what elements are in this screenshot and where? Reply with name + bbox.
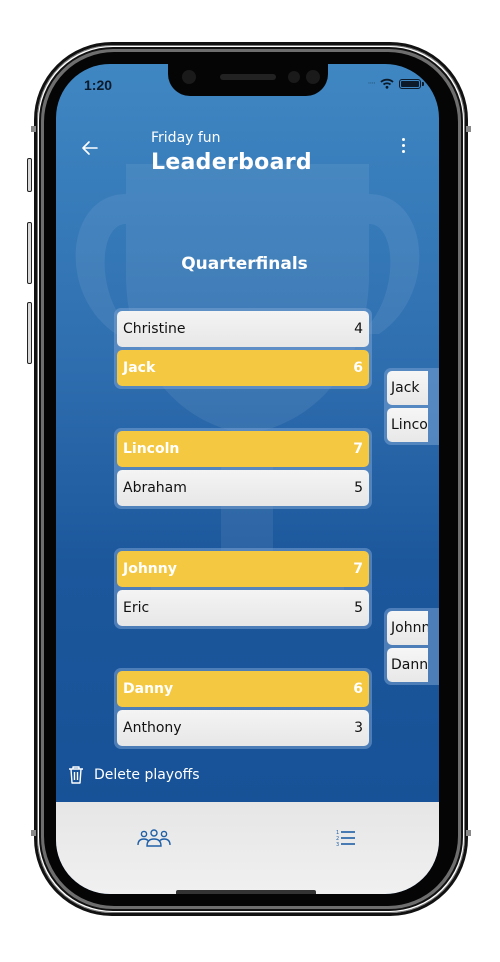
status-time: 1:20 xyxy=(84,77,113,93)
player-score: 5 xyxy=(354,480,363,496)
player-score: 5 xyxy=(354,600,363,616)
player-name: Danny xyxy=(123,681,174,697)
sensor-icon xyxy=(306,70,320,84)
notch xyxy=(168,64,328,96)
more-vertical-icon xyxy=(401,138,405,141)
more-vertical-icon-dot xyxy=(401,144,405,147)
wifi-icon xyxy=(380,78,394,89)
player-name: Jack xyxy=(123,360,156,376)
round-title: Quarterfinals xyxy=(181,254,308,274)
status-icons: ···· xyxy=(367,78,424,89)
player-slot-winner[interactable]: Jack 6 xyxy=(117,350,369,386)
mute-switch xyxy=(27,158,32,192)
player-slot[interactable]: Anthony 3 xyxy=(117,710,369,746)
player-name: Eric xyxy=(123,600,150,616)
player-name: Anthony xyxy=(123,720,182,736)
player-name: Johnny xyxy=(123,561,177,577)
semifinal-player-slot[interactable]: Jack xyxy=(387,371,428,405)
antenna-line xyxy=(31,830,36,836)
player-name: Lincoln xyxy=(123,441,180,457)
player-slot[interactable]: Christine 4 xyxy=(117,311,369,347)
player-slot[interactable]: Abraham 5 xyxy=(117,470,369,506)
group-icon xyxy=(137,829,171,847)
numbered-list-icon: 123 xyxy=(336,830,355,847)
svg-text:3: 3 xyxy=(336,842,339,847)
home-indicator xyxy=(176,890,316,894)
match-card: Christine 4 Jack 6 xyxy=(114,308,372,389)
app-screen: 1:20 ···· Friday fun Leaderboard Quarter… xyxy=(56,64,439,894)
delete-playoffs-label: Delete playoffs xyxy=(94,767,200,783)
trash-icon xyxy=(69,766,83,784)
volume-down-button xyxy=(27,302,32,364)
player-slot-winner[interactable]: Lincoln 7 xyxy=(117,431,369,467)
player-slot-winner[interactable]: Johnny 7 xyxy=(117,551,369,587)
page-title: Leaderboard xyxy=(151,150,312,175)
match-card: Johnny 7 Eric 5 xyxy=(114,548,372,629)
camera-icon xyxy=(288,71,300,83)
nav-standings-tab[interactable]: 123 xyxy=(326,824,366,852)
player-score: 7 xyxy=(353,561,363,577)
nav-teams-tab[interactable] xyxy=(134,824,174,852)
antenna-line xyxy=(31,126,36,132)
speaker-grille xyxy=(220,74,276,80)
arrow-left-icon xyxy=(82,141,98,155)
more-vertical-icon-dot xyxy=(401,150,405,153)
player-score: 4 xyxy=(354,321,363,337)
antenna-line xyxy=(466,830,471,836)
delete-playoffs-button[interactable]: Delete playoffs xyxy=(68,766,200,784)
bottom-navigation: 123 xyxy=(56,802,439,894)
player-score: 3 xyxy=(354,720,363,736)
header-subtitle: Friday fun xyxy=(151,130,221,146)
player-slot-winner[interactable]: Danny 6 xyxy=(117,671,369,707)
player-score: 6 xyxy=(353,360,363,376)
player-score: 6 xyxy=(353,681,363,697)
semifinal-player-slot[interactable]: Danny xyxy=(387,648,428,682)
semifinal-player-slot[interactable]: Johnny xyxy=(387,611,428,645)
signal-dots-icon: ···· xyxy=(367,78,377,89)
player-score: 7 xyxy=(353,441,363,457)
sensor-icon xyxy=(182,70,196,84)
semifinal-player-slot[interactable]: Lincoln xyxy=(387,408,428,442)
player-name: Abraham xyxy=(123,480,187,496)
volume-up-button xyxy=(27,222,32,284)
match-card: Danny 6 Anthony 3 xyxy=(114,668,372,749)
semifinal-match-card: Johnny Danny xyxy=(384,608,439,685)
player-name: Christine xyxy=(123,321,186,337)
battery-full-icon xyxy=(399,78,424,89)
more-menu-button[interactable] xyxy=(395,136,411,156)
match-card: Lincoln 7 Abraham 5 xyxy=(114,428,372,509)
back-button[interactable] xyxy=(80,138,104,162)
antenna-line xyxy=(466,126,471,132)
semifinal-match-card: Jack Lincoln xyxy=(384,368,439,445)
player-slot[interactable]: Eric 5 xyxy=(117,590,369,626)
